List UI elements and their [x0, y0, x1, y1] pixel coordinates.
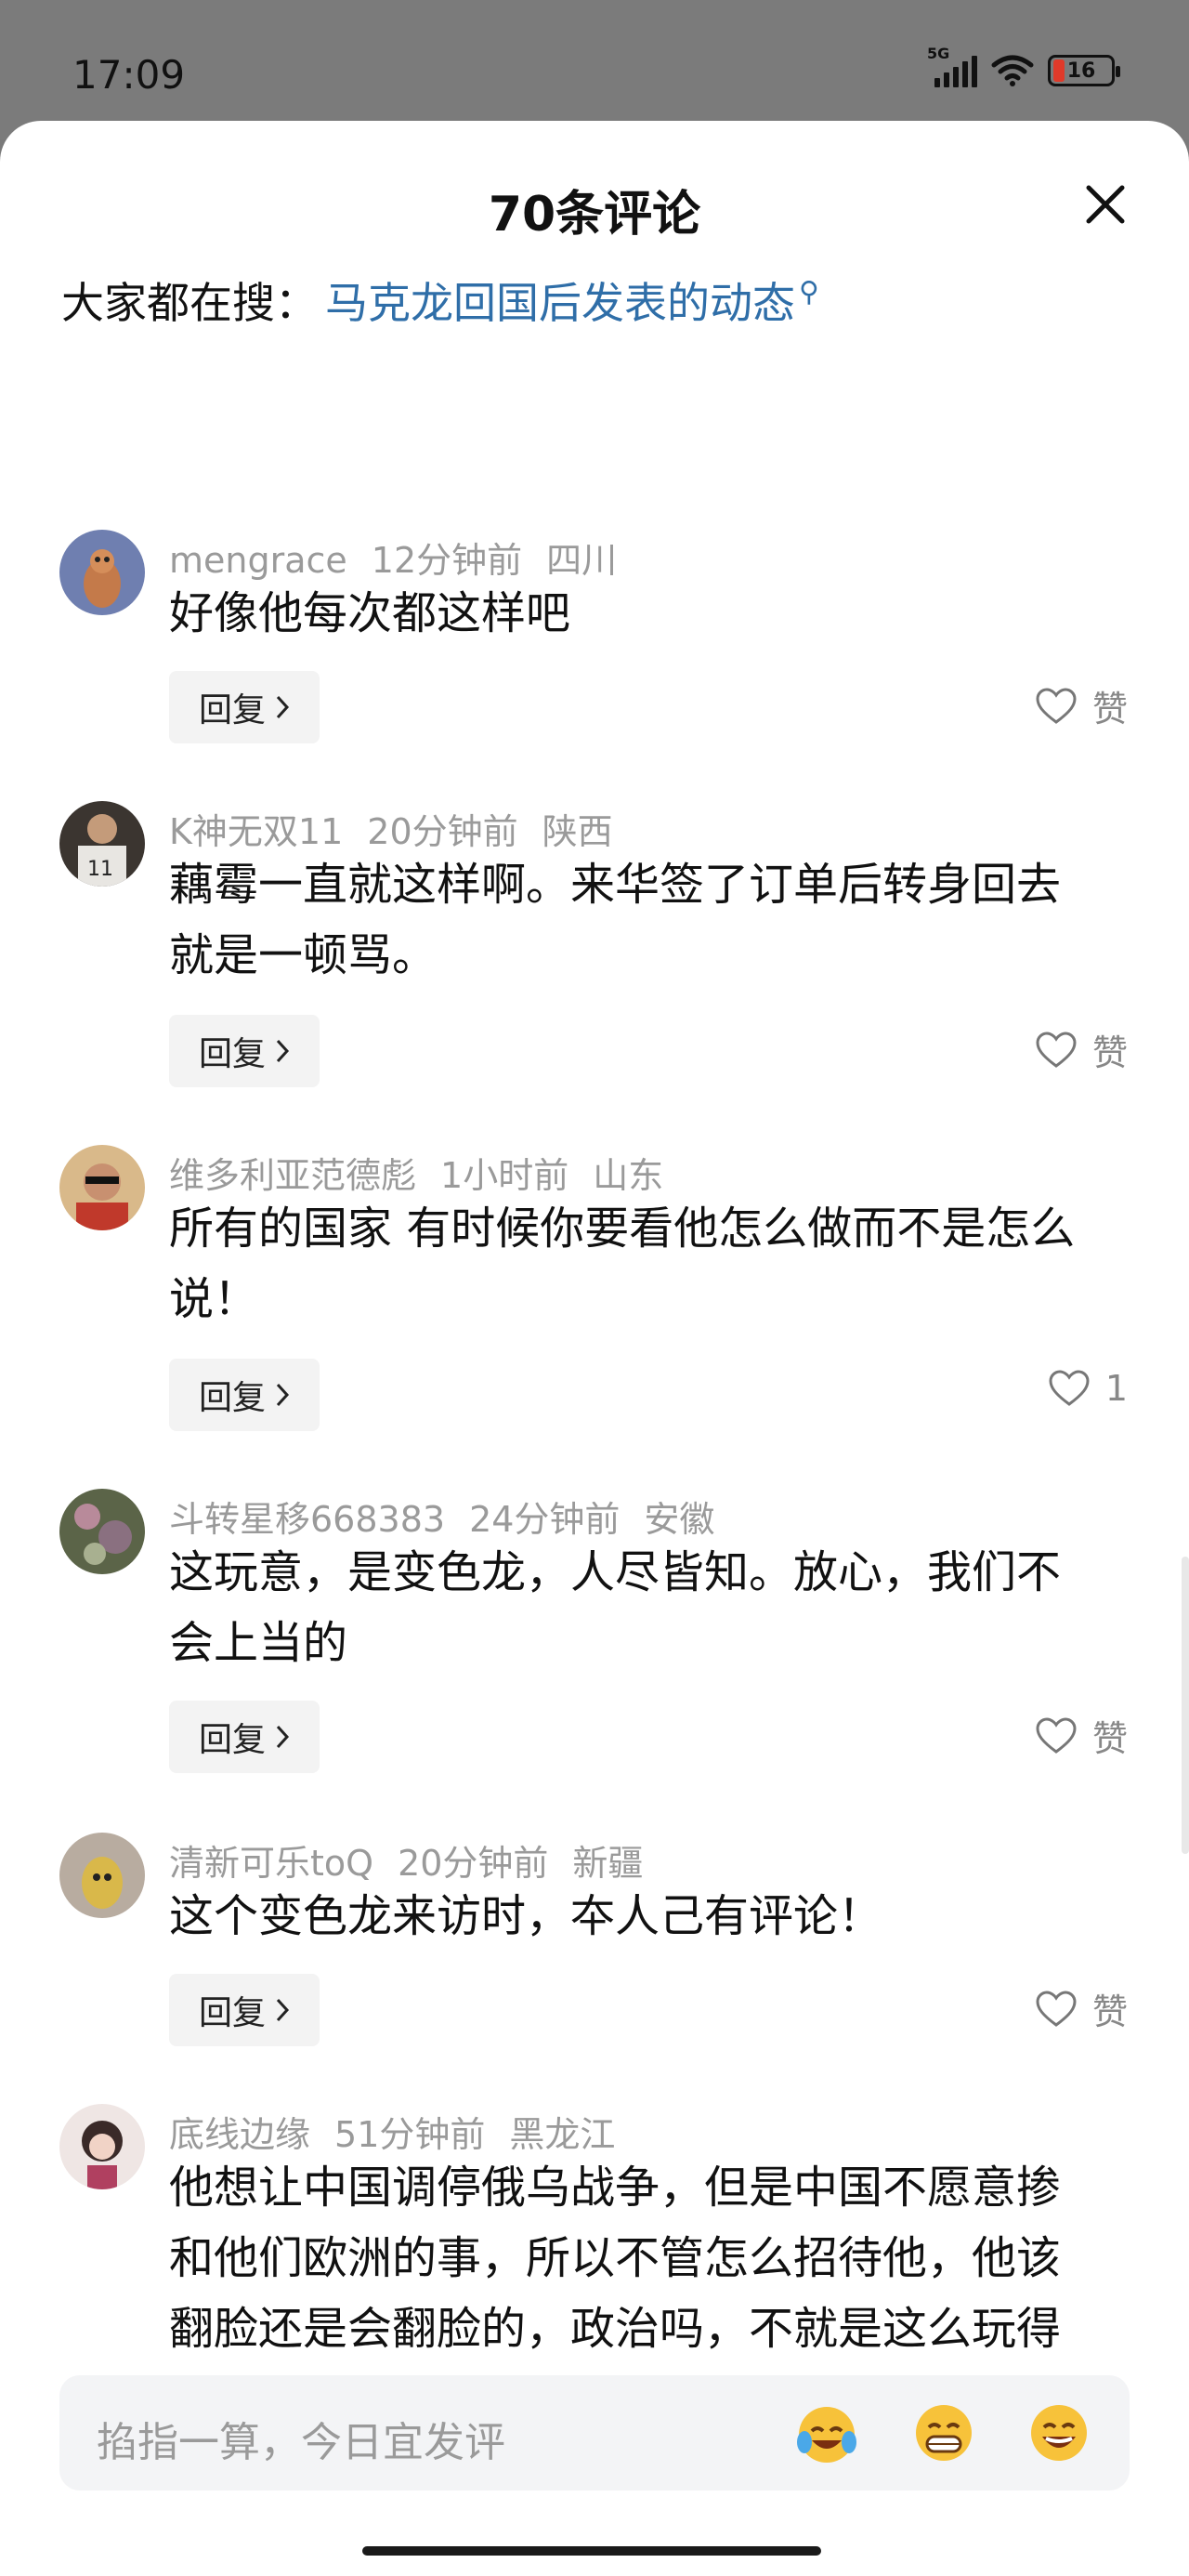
comment-time: 51分钟前	[334, 2114, 486, 2155]
comment-user[interactable]: 底线边缘	[169, 2114, 310, 2155]
comment-user[interactable]: K神无双11	[169, 811, 343, 852]
comment-text: 藕霉一直就这样啊。来华签了订单后转身回去就是一顿骂。	[169, 859, 1062, 981]
home-indicator[interactable]	[362, 2546, 821, 2556]
chevron-right-icon	[276, 1725, 290, 1749]
chevron-right-icon	[276, 695, 290, 719]
chevron-right-icon	[276, 1039, 290, 1063]
comments-sheet: 70条评论 大家都在搜： 马克龙回国后发表的动态 ⚲ mengrace 12分钟前…	[0, 121, 1189, 2576]
comment-meta: mengrace 12分钟前 四川	[169, 532, 641, 583]
emoji-laugh-cry-icon[interactable]	[793, 2399, 860, 2466]
comment-meta: 维多利亚范德彪 1小时前 山东	[169, 1147, 687, 1198]
chevron-right-icon	[276, 1998, 290, 2022]
reply-label: 回复	[198, 1721, 266, 1759]
avatar[interactable]	[59, 530, 145, 615]
comment-meta: 斗转星移668383 24分钟前 安徽	[169, 1491, 738, 1542]
like-count: 赞	[1091, 689, 1128, 729]
heart-icon	[1036, 1990, 1077, 2027]
reply-label: 回复	[198, 1035, 266, 1073]
heart-icon	[1049, 1370, 1090, 1406]
comment-time: 24分钟前	[469, 1499, 621, 1540]
battery-level: 16	[1066, 59, 1096, 83]
status-icons: 5G 16	[927, 45, 1120, 87]
comment-location: 山东	[593, 1155, 664, 1196]
network-label: 5G	[927, 45, 950, 62]
heart-icon	[1036, 1716, 1077, 1754]
reply-label: 回复	[198, 691, 266, 729]
wifi-icon	[991, 55, 1034, 86]
chevron-right-icon	[276, 1383, 290, 1407]
input-placeholder: 掐指一算，今日宜发评	[97, 2419, 505, 2466]
comment-time: 1小时前	[440, 1155, 569, 1196]
reply-label: 回复	[198, 1379, 266, 1417]
like-button[interactable]: 赞	[1035, 1024, 1128, 1075]
avatar[interactable]	[59, 1833, 145, 1918]
like-count: 1	[1104, 1368, 1128, 1409]
battery-icon: 16	[1048, 55, 1120, 86]
comment-meta: 清新可乐toQ 20分钟前 新疆	[169, 1834, 667, 1886]
like-count: 赞	[1091, 1718, 1128, 1759]
comment-text: 这玩意，是变色龙，人尽皆知。放心，我们不会上当的	[169, 1546, 1062, 1669]
reply-label: 回复	[198, 1994, 266, 2032]
comment-time: 12分钟前	[371, 540, 523, 581]
emoji-laugh-icon[interactable]	[1026, 2399, 1092, 2466]
comment-location: 黑龙江	[509, 2114, 616, 2155]
comment-user[interactable]: 维多利亚范德彪	[169, 1155, 416, 1196]
svg-text:11: 11	[87, 858, 113, 881]
avatar[interactable]: 11	[59, 801, 145, 887]
avatar[interactable]	[59, 2104, 145, 2189]
comment-time: 20分钟前	[398, 1843, 549, 1884]
heart-icon	[1036, 687, 1077, 724]
comment-location: 四川	[546, 540, 618, 581]
hot-search: 大家都在搜： 马克龙回国后发表的动态 ⚲	[61, 269, 819, 331]
comment-meta: 底线边缘 51分钟前 黑龙江	[169, 2106, 639, 2157]
avatar[interactable]	[59, 1489, 145, 1574]
search-icon: ⚲	[799, 276, 819, 309]
like-count: 赞	[1091, 1032, 1128, 1073]
avatar[interactable]	[59, 1145, 145, 1230]
sheet-title: 70条评论	[488, 187, 701, 243]
reply-button[interactable]: 回复	[169, 1015, 320, 1087]
like-button[interactable]: 1	[1048, 1368, 1128, 1409]
reply-button[interactable]: 回复	[169, 1974, 320, 2046]
reply-button[interactable]: 回复	[169, 671, 320, 743]
comment-text: 这个变色龙来访时，夲人己有评论！	[169, 1890, 883, 1942]
close-icon[interactable]	[1079, 178, 1131, 230]
reply-button[interactable]: 回复	[169, 1701, 320, 1773]
scrollbar[interactable]	[1182, 1557, 1189, 1854]
signal-icon: 5G	[927, 45, 977, 87]
comment-text: 所有的国家 有时候你要看他怎么做而不是怎么说！	[169, 1203, 1076, 1325]
status-time: 17:09	[72, 52, 186, 98]
status-bar: 17:09 5G 16	[0, 0, 1189, 139]
like-button[interactable]: 赞	[1035, 1983, 1128, 2034]
emoji-grin-icon[interactable]	[910, 2399, 977, 2466]
comment-location: 陕西	[542, 811, 613, 852]
hot-search-link[interactable]: 马克龙回国后发表的动态	[325, 269, 795, 331]
comment-time: 20分钟前	[367, 811, 518, 852]
comment-location: 新疆	[572, 1843, 644, 1884]
comment-user[interactable]: mengrace	[169, 540, 347, 581]
comment-input[interactable]: 掐指一算，今日宜发评	[59, 2375, 1130, 2491]
comment-user[interactable]: 斗转星移668383	[169, 1499, 445, 1540]
like-button[interactable]: 赞	[1035, 680, 1128, 731]
like-count: 赞	[1091, 1991, 1128, 2032]
heart-icon	[1036, 1031, 1077, 1068]
comment-text: 好像他每次都这样吧	[169, 587, 571, 639]
comment-location: 安徽	[644, 1499, 715, 1540]
hot-search-label: 大家都在搜：	[61, 278, 318, 328]
reply-button[interactable]: 回复	[169, 1359, 320, 1431]
comment-meta: K神无双11 20分钟前 陕西	[169, 803, 637, 854]
like-button[interactable]: 赞	[1035, 1710, 1128, 1761]
comment-user[interactable]: 清新可乐toQ	[169, 1843, 373, 1884]
